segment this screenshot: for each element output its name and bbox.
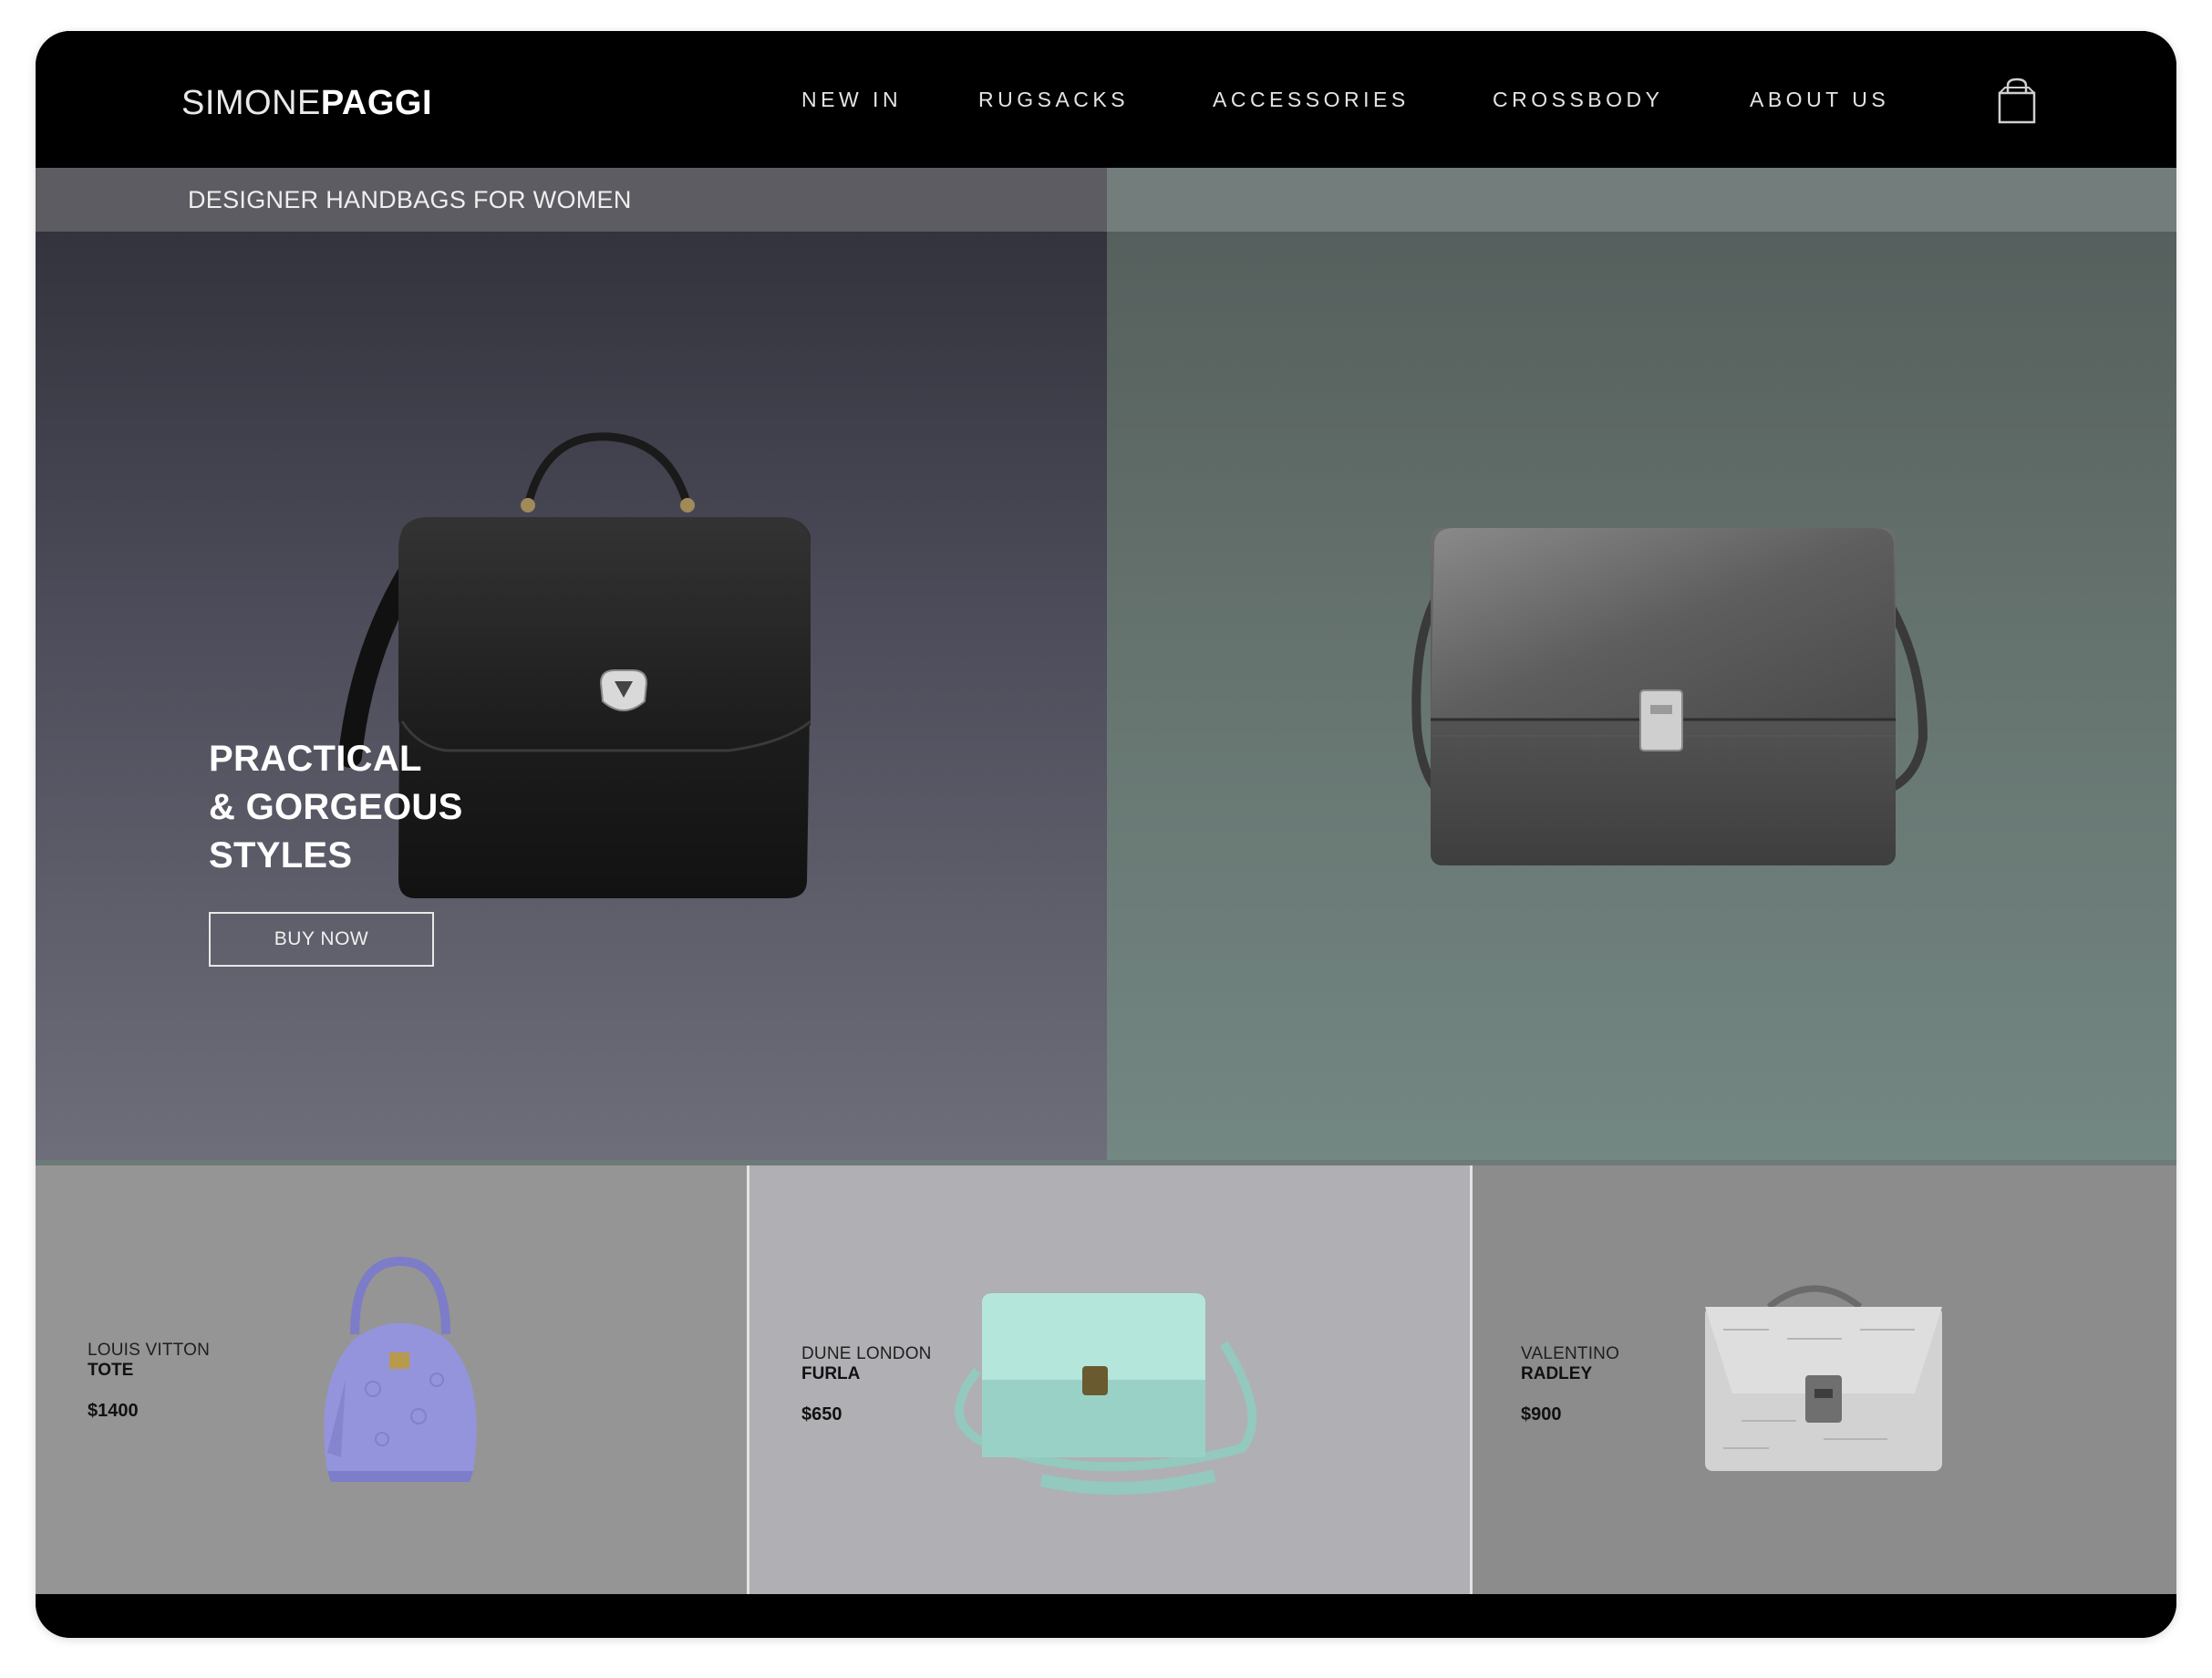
nav-about-us[interactable]: ABOUT US xyxy=(1750,88,1889,112)
product-brand: DUNE LONDON xyxy=(801,1344,932,1363)
top-navigation-bar: SIMONEPAGGI NEW IN RUGSACKS ACCESSORIES … xyxy=(36,31,2176,168)
headline-line-2: & GORGEOUS xyxy=(209,787,463,827)
product-brand: LOUIS VITTON xyxy=(88,1341,211,1360)
nav-rugsacks[interactable]: RUGSACKS xyxy=(978,88,1129,112)
product-model: TOTE xyxy=(88,1361,134,1380)
main-nav: NEW IN RUGSACKS ACCESSORIES CROSSBODY AB… xyxy=(36,31,2176,168)
tagline-bar-right xyxy=(1107,168,2176,232)
buy-now-button[interactable]: BUY NOW xyxy=(209,912,434,967)
mint-crossbody-bag-image xyxy=(955,1293,1257,1495)
shopping-bag-icon[interactable] xyxy=(1996,77,2038,126)
product-price: $1400 xyxy=(88,1401,139,1421)
product-card-furla[interactable]: DUNE LONDON FURLA $650 xyxy=(749,1165,1473,1594)
gray-crossbody-bag-image[interactable] xyxy=(1376,492,1941,884)
nav-new-in[interactable]: NEW IN xyxy=(801,88,902,112)
lavender-dome-bag-image xyxy=(324,1256,477,1482)
product-brand: VALENTINO xyxy=(1521,1344,1620,1363)
headline-line-1: PRACTICAL xyxy=(209,739,422,779)
nav-crossbody[interactable]: CROSSBODY xyxy=(1493,88,1663,112)
nav-accessories[interactable]: ACCESSORIES xyxy=(1213,88,1410,112)
headline-line-3: STYLES xyxy=(209,835,353,875)
product-card-tote[interactable]: LOUIS VITTON TOTE $1400 xyxy=(36,1165,749,1594)
product-card-radley[interactable]: VALENTINO RADLEY $900 xyxy=(1473,1165,2176,1594)
product-price: $900 xyxy=(1521,1404,1562,1424)
app-window: SIMONEPAGGI NEW IN RUGSACKS ACCESSORIES … xyxy=(36,31,2176,1638)
product-model: RADLEY xyxy=(1521,1364,1593,1383)
hero-headline: PRACTICAL & GORGEOUS STYLES xyxy=(209,735,463,880)
silver-croc-bag-image xyxy=(1705,1285,1942,1471)
page-tagline: DESIGNER HANDBAGS FOR WOMEN xyxy=(188,186,632,213)
footer-bar xyxy=(36,1594,2176,1638)
product-price: $650 xyxy=(801,1404,842,1424)
product-model: FURLA xyxy=(801,1364,861,1383)
